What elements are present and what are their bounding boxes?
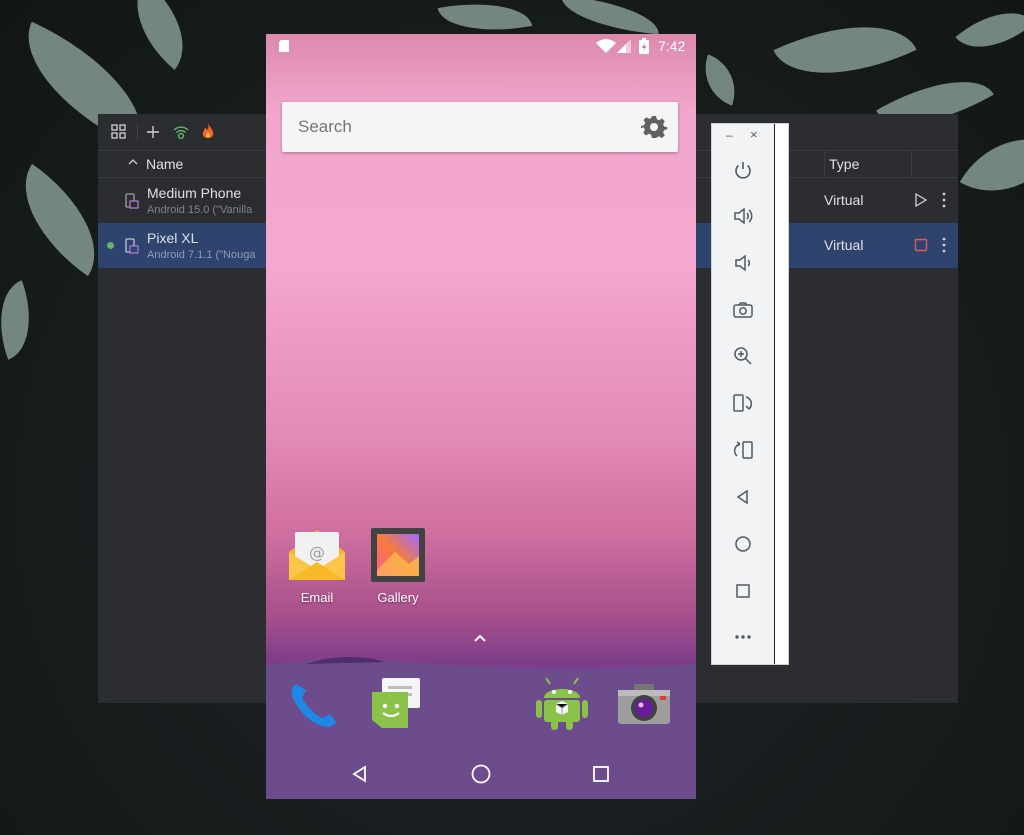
- status-time: 7:42: [658, 38, 686, 54]
- type-column-header[interactable]: Type: [824, 151, 912, 178]
- device-type: Virtual: [824, 237, 864, 253]
- more-options-icon[interactable]: [936, 191, 952, 209]
- screenshot-icon[interactable]: [731, 298, 755, 322]
- virtual-device-icon: [125, 238, 139, 254]
- leaf-decoration: [0, 280, 46, 360]
- leaf-decoration: [955, 0, 1024, 68]
- more-icon[interactable]: [731, 625, 755, 649]
- volume-up-icon[interactable]: [731, 204, 755, 228]
- rotate-right-icon[interactable]: [731, 438, 755, 462]
- pair-wifi-icon[interactable]: [172, 123, 190, 141]
- toolbar-separator: [137, 124, 138, 140]
- leaf-decoration: [959, 112, 1024, 218]
- more-options-icon[interactable]: [936, 236, 952, 254]
- android-icon[interactable]: [534, 676, 590, 732]
- stop-icon[interactable]: [913, 237, 929, 253]
- sd-card-icon: [279, 40, 289, 52]
- device-name: Pixel XL: [147, 230, 199, 246]
- running-status-dot: [107, 242, 114, 249]
- leaf-decoration: [113, 0, 207, 70]
- sort-ascending-icon: [128, 159, 138, 165]
- status-bar: 7:42: [266, 34, 696, 58]
- wifi-icon: [596, 39, 616, 53]
- overview-icon[interactable]: [731, 579, 755, 603]
- search-placeholder: Search: [298, 117, 352, 136]
- settings-gear-icon[interactable]: [640, 113, 668, 141]
- nav-home-icon[interactable]: [469, 762, 493, 786]
- gallery-icon: [371, 528, 425, 582]
- gallery-label: Gallery: [377, 590, 419, 605]
- email-icon: @: [289, 530, 345, 580]
- google-search-bar[interactable]: Search: [282, 102, 678, 152]
- name-column-label: Name: [146, 156, 184, 172]
- device-name: Medium Phone: [147, 185, 242, 201]
- phone-icon[interactable]: [286, 676, 342, 732]
- firebase-icon[interactable]: [199, 123, 217, 141]
- power-icon[interactable]: [731, 158, 755, 182]
- device-api-level: Android 15.0 ("Vanilla: [147, 204, 253, 216]
- toolbar-edge: [774, 124, 788, 664]
- back-icon[interactable]: [731, 485, 755, 509]
- rotate-left-icon[interactable]: [731, 391, 755, 415]
- svg-text:@: @: [309, 543, 325, 562]
- emulator-phone-screen[interactable]: 7:42 Search @ Email Gallery: [266, 34, 696, 799]
- type-column-label: Type: [829, 156, 860, 172]
- nav-overview-icon[interactable]: [589, 762, 613, 786]
- app-drawer-chevron-icon[interactable]: [472, 632, 488, 644]
- leaf-decoration: [773, 0, 917, 105]
- emulator-toolbar: – ×: [711, 123, 789, 665]
- play-icon[interactable]: [913, 192, 929, 208]
- add-device-icon[interactable]: [144, 123, 162, 141]
- home-icon[interactable]: [731, 532, 755, 556]
- leaf-decoration: [558, 0, 662, 35]
- device-mirroring-icon[interactable]: [110, 123, 128, 141]
- leaf-decoration: [694, 54, 746, 106]
- close-button[interactable]: ×: [750, 127, 758, 142]
- device-type: Virtual: [824, 192, 864, 208]
- virtual-device-icon: [125, 193, 139, 209]
- zoom-icon[interactable]: [731, 344, 755, 368]
- battery-charging-icon: [639, 38, 649, 54]
- email-label: Email: [300, 590, 334, 605]
- camera-icon[interactable]: [616, 676, 672, 732]
- cellular-signal-icon: [617, 39, 631, 53]
- device-api-level: Android 7.1.1 ("Nouga: [147, 249, 256, 261]
- android-nav-bar: [266, 746, 696, 799]
- volume-down-icon[interactable]: [731, 251, 755, 275]
- messaging-icon[interactable]: [368, 676, 424, 732]
- nav-back-icon[interactable]: [348, 762, 372, 786]
- minimize-button[interactable]: –: [726, 128, 733, 142]
